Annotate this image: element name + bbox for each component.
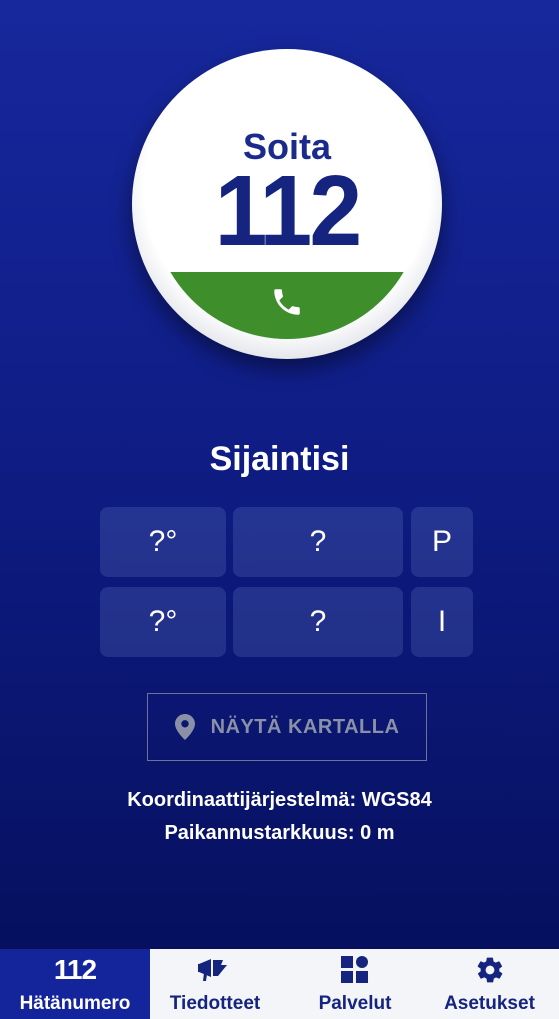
- tab-emergency-number[interactable]: 112 Hätänumero: [0, 949, 150, 1019]
- main-content: Soita 112 Sijaintisi ?° ? P ?° ? I NÄYTÄ…: [0, 0, 559, 949]
- tab-services-label: Palvelut: [318, 993, 392, 1014]
- latitude-degrees: ?°: [100, 507, 226, 577]
- call-112-button[interactable]: Soita 112: [132, 49, 442, 359]
- services-grid-icon: [341, 956, 368, 983]
- nav-icon-area: [150, 955, 280, 985]
- call-green-band: [152, 272, 422, 339]
- megaphone-icon: [198, 959, 227, 981]
- latitude-minutes: ?: [233, 507, 403, 577]
- nav-112-text: 112: [53, 954, 97, 985]
- longitude-minutes: ?: [233, 587, 403, 657]
- call-button-face: Soita 112: [152, 69, 422, 339]
- call-number: 112: [214, 155, 363, 267]
- longitude-degrees: ?°: [100, 587, 226, 657]
- show-on-map-label: NÄYTÄ KARTALLA: [210, 715, 400, 738]
- latitude-direction: P: [411, 507, 473, 577]
- tab-emergency-number-label: Hätänumero: [19, 993, 131, 1014]
- tab-announcements[interactable]: Tiedotteet: [150, 949, 280, 1019]
- gear-icon: [477, 957, 502, 983]
- tab-settings[interactable]: Asetukset: [420, 949, 559, 1019]
- location-title: Sijaintisi: [209, 440, 350, 478]
- accuracy-text: Paikannustarkkuus: 0 m: [164, 822, 395, 844]
- coordinate-system-text: Koordinaattijärjestelmä: WGS84: [127, 789, 432, 811]
- longitude-direction: I: [411, 587, 473, 657]
- nav-icon-area: [290, 955, 420, 985]
- tab-settings-label: Asetukset: [444, 993, 535, 1014]
- map-pin-icon: [174, 714, 195, 740]
- tab-services[interactable]: Palvelut: [290, 949, 420, 1019]
- show-on-map-button[interactable]: NÄYTÄ KARTALLA: [147, 693, 427, 761]
- emergency-number-icon: 112: [0, 954, 150, 985]
- bottom-navigation: 112 Hätänumero Tiedotteet Palvelut Asetu…: [0, 949, 559, 1019]
- nav-icon-area: [420, 955, 559, 985]
- app-screen: Soita 112 Sijaintisi ?° ? P ?° ? I NÄYTÄ…: [0, 0, 559, 1019]
- tab-announcements-label: Tiedotteet: [169, 993, 261, 1014]
- phone-icon: [274, 289, 300, 315]
